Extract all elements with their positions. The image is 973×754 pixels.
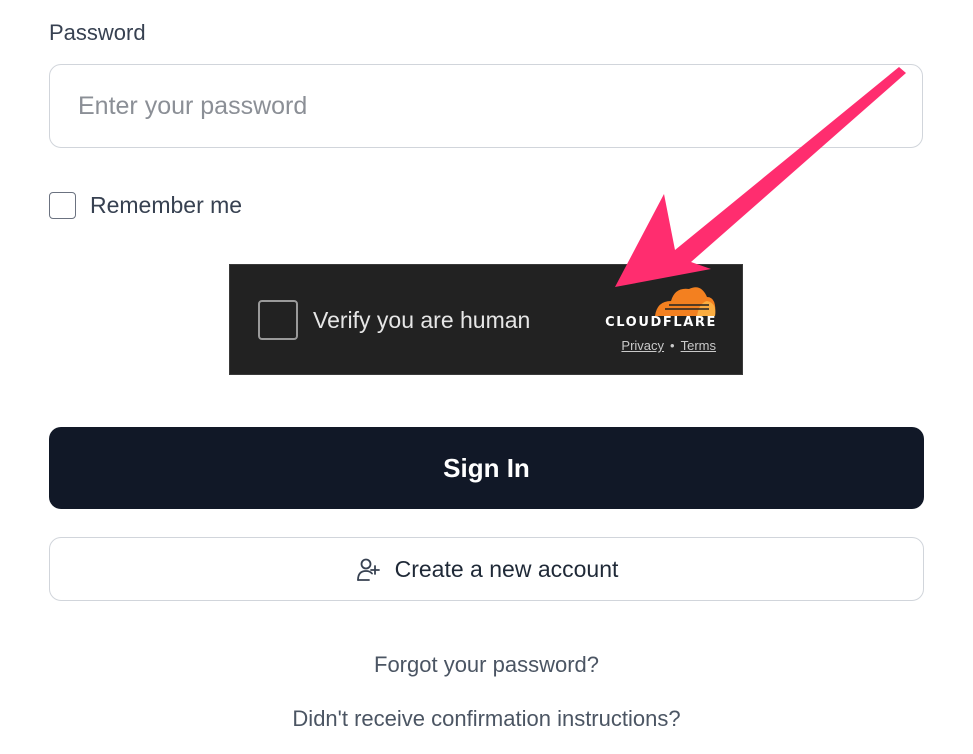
create-account-button[interactable]: Create a new account (49, 537, 924, 601)
confirmation-instructions-link[interactable]: Didn't receive confirmation instructions… (0, 706, 973, 732)
cloudflare-wordmark: CLOUDFLARE (605, 315, 717, 330)
sign-in-button[interactable]: Sign In (49, 427, 924, 509)
user-plus-icon (356, 558, 380, 581)
privacy-link[interactable]: Privacy (621, 338, 664, 353)
cloudflare-cloud-icon (655, 287, 716, 316)
forgot-password-link[interactable]: Forgot your password? (0, 652, 973, 678)
password-input[interactable] (49, 64, 923, 148)
terms-link[interactable]: Terms (681, 338, 716, 353)
captcha-label: Verify you are human (313, 307, 531, 333)
remember-me-row[interactable]: Remember me (49, 192, 242, 219)
captcha-links: Privacy • Terms (530, 338, 716, 353)
remember-me-checkbox[interactable] (49, 192, 76, 219)
captcha-checkbox[interactable] (258, 300, 298, 340)
create-account-label: Create a new account (394, 555, 619, 582)
password-label: Password (49, 20, 146, 45)
captcha-widget: Verify you are human CLOUDFLARE Privacy •… (229, 264, 743, 375)
remember-me-label: Remember me (90, 192, 243, 218)
link-separator: • (670, 338, 675, 353)
